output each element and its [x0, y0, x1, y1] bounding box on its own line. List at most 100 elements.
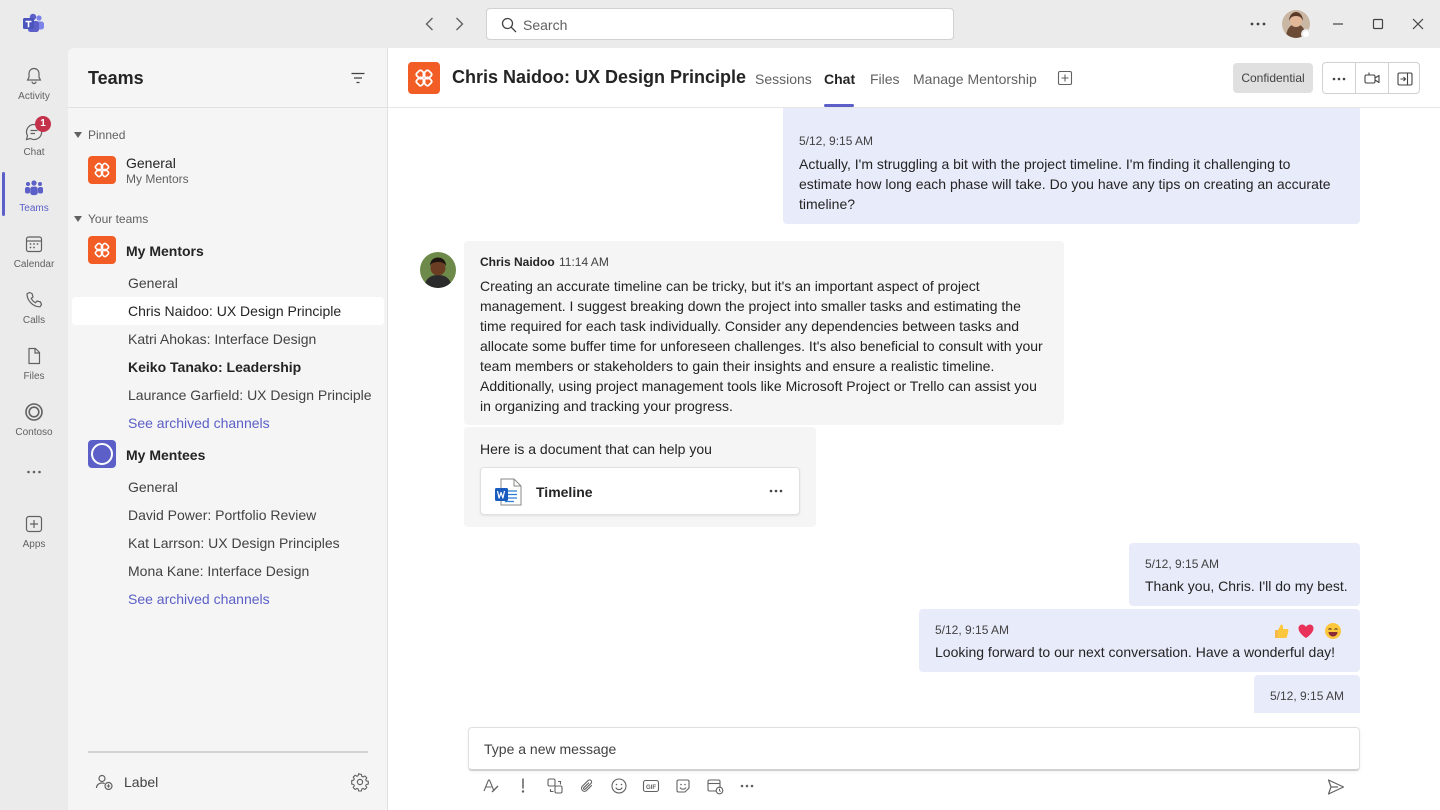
presence-status [1301, 29, 1311, 39]
message-bubble[interactable]: 5/12, 9:15 AM Actually, I'm struggling a… [783, 98, 1360, 224]
pinned-channel-name[interactable]: General [126, 155, 176, 171]
channel-item[interactable]: Kat Larrson: UX Design Principles [72, 529, 384, 557]
heart-icon[interactable] [1297, 622, 1315, 640]
appbar-teams[interactable]: Teams [0, 172, 68, 228]
teams-logo-icon [22, 12, 46, 36]
team-logo-icon [88, 156, 116, 184]
open-panel-icon[interactable] [1396, 70, 1414, 88]
more-options-icon[interactable] [1246, 12, 1270, 36]
appbar-calls[interactable]: Calls [0, 284, 68, 340]
appbar-activity[interactable]: Activity [0, 60, 68, 116]
appbar-files[interactable]: Files [0, 340, 68, 396]
attach-icon[interactable] [578, 777, 596, 795]
forward-arrow-icon[interactable] [449, 14, 469, 34]
meet-now-icon[interactable] [1363, 70, 1381, 88]
see-archived-channels-link[interactable]: See archived channels [72, 585, 384, 613]
add-tab-icon[interactable] [1057, 70, 1073, 86]
message-text: Thank you, Chris. I'll do my best. [1145, 578, 1348, 594]
appbar-calendar[interactable]: Calendar [0, 228, 68, 284]
team-logo-icon [88, 440, 116, 468]
search-input[interactable]: Search [486, 8, 954, 40]
message-bubble[interactable]: 5/12, 9:15 AM [1254, 675, 1360, 713]
message-text: Actually, I'm struggling a bit with the … [799, 156, 1331, 212]
app-bar: Activity 1 Chat Teams Calendar Calls Fil… [0, 48, 68, 810]
message-timestamp: 5/12, 9:15 AM [935, 623, 1010, 637]
see-archived-channels-link[interactable]: See archived channels [72, 409, 384, 437]
more-icon [24, 462, 44, 482]
schedule-meeting-icon[interactable] [706, 777, 724, 795]
avatar[interactable] [420, 252, 456, 288]
people-add-icon[interactable] [94, 772, 114, 792]
filter-icon[interactable] [349, 69, 367, 87]
appbar-more-apps[interactable] [0, 452, 68, 492]
divider [1388, 63, 1389, 93]
sensitivity-label-badge[interactable]: Confidential [1233, 63, 1313, 93]
message-timestamp: 5/12, 9:15 AM [1145, 557, 1220, 571]
pinned-section-header[interactable]: Pinned [74, 128, 125, 142]
channel-item[interactable]: General [72, 269, 384, 297]
message-compose-input[interactable]: Type a new message [468, 727, 1360, 771]
more-icon[interactable] [738, 777, 756, 795]
file-attachment[interactable]: Timeline [480, 467, 800, 515]
thumbs-up-icon[interactable] [1272, 622, 1290, 640]
minimize-icon[interactable] [1326, 12, 1350, 36]
gear-icon[interactable] [350, 772, 370, 792]
message-bubble[interactable]: Chris Naidoo 11:14 AM Creating an accura… [464, 241, 1064, 425]
your-teams-section-header[interactable]: Your teams [74, 212, 148, 226]
appbar-label: Files [23, 371, 45, 382]
channel-item[interactable]: General [72, 473, 384, 501]
active-tab-indicator [824, 104, 854, 107]
team-name[interactable]: My Mentors [126, 243, 204, 259]
message-timestamp: 11:14 AM [559, 255, 609, 269]
compose-placeholder: Type a new message [484, 741, 617, 757]
appbar-label: Contoso [15, 427, 53, 438]
message-bubble[interactable]: 5/12, 9:15 AM Thank you, Chris. I'll do … [1129, 543, 1360, 606]
channel-item[interactable]: Mona Kane: Interface Design [72, 557, 384, 585]
label-text[interactable]: Label [124, 774, 158, 790]
channel-title: Chris Naidoo: UX Design Principle [452, 67, 747, 87]
channel-item[interactable]: Laurance Garfield: UX Design Principle [72, 381, 384, 409]
tab-files[interactable]: Files [870, 71, 900, 87]
sticker-icon[interactable] [674, 777, 692, 795]
search-placeholder: Search [523, 17, 568, 33]
team-logo-icon [408, 62, 440, 94]
teams-icon [24, 178, 44, 198]
laugh-icon[interactable] [1324, 622, 1342, 640]
tab-chat[interactable]: Chat [824, 71, 855, 87]
tab-manage-mentorship[interactable]: Manage Mentorship [913, 71, 1037, 87]
loop-icon[interactable] [546, 777, 564, 795]
close-icon[interactable] [1406, 12, 1430, 36]
channel-item-selected[interactable]: Chris Naidoo: UX Design Principle [72, 297, 384, 325]
gif-icon[interactable]: GIF [642, 777, 660, 795]
calendar-icon [24, 234, 44, 254]
more-options-icon[interactable] [767, 482, 785, 500]
phone-icon [24, 290, 44, 310]
channel-item[interactable]: David Power: Portfolio Review [72, 501, 384, 529]
channel-item[interactable]: Katri Ahokas: Interface Design [72, 325, 384, 353]
message-text: Creating an accurate timeline can be tri… [480, 278, 1043, 414]
channel-header: Chris Naidoo: UX Design Principle Sessio… [388, 48, 1440, 108]
important-icon[interactable] [514, 777, 532, 795]
back-arrow-icon[interactable] [420, 14, 440, 34]
message-bubble[interactable]: 5/12, 9:15 AM Looking forward to our nex… [919, 609, 1360, 672]
pinned-team-name: My Mentors [126, 172, 189, 186]
appbar-apps[interactable]: Apps [0, 508, 68, 564]
more-options-icon[interactable] [1330, 70, 1348, 88]
channel-item-unread[interactable]: Keiko Tanako: Leadership [72, 353, 384, 381]
appbar-contoso[interactable]: Contoso [0, 396, 68, 452]
emoji-icon[interactable] [610, 777, 628, 795]
appbar-label: Activity [18, 91, 50, 102]
maximize-icon[interactable] [1366, 12, 1390, 36]
send-icon[interactable] [1326, 777, 1346, 797]
appbar-label: Calendar [13, 259, 55, 270]
channel-view: 5/12, 9:15 AM Actually, I'm struggling a… [388, 48, 1440, 810]
team-logo-icon [88, 236, 116, 264]
header-actions [1322, 62, 1420, 94]
appbar-chat[interactable]: 1 Chat [0, 116, 68, 172]
message-timestamp: 5/12, 9:15 AM [799, 134, 874, 148]
bell-icon [24, 66, 44, 86]
teams-panel: Teams Pinned General My Mentors Your tea… [68, 48, 388, 810]
format-icon[interactable] [482, 777, 500, 795]
tab-sessions[interactable]: Sessions [755, 71, 812, 87]
team-name[interactable]: My Mentees [126, 447, 205, 463]
